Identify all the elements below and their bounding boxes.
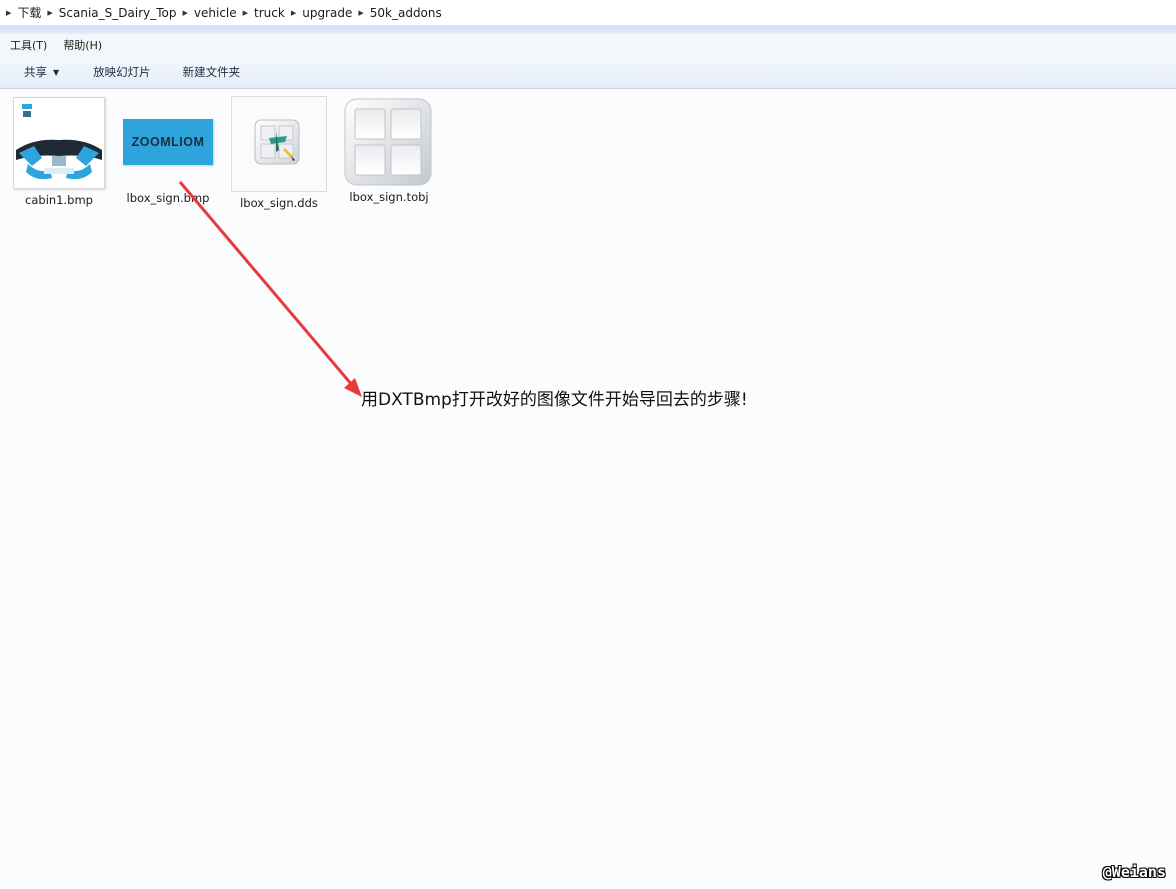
share-label: 共享	[24, 65, 47, 79]
file-item[interactable]: ZOOMLIOM lbox_sign.bmp	[123, 97, 213, 205]
file-name[interactable]: lbox_sign.tobj	[349, 190, 428, 204]
tobj-file-icon[interactable]	[342, 96, 436, 190]
menu-help[interactable]: 帮助(H)	[63, 37, 102, 53]
thumbnail-text: ZOOMLIOM	[131, 135, 205, 149]
chevron-right-icon[interactable]: ▶	[243, 9, 248, 17]
slideshow-button[interactable]: 放映幻灯片	[93, 64, 151, 80]
chevron-right-icon[interactable]: ▶	[291, 9, 296, 17]
file-name[interactable]: cabin1.bmp	[25, 193, 93, 207]
chevron-right-icon[interactable]: ▶	[47, 9, 52, 17]
command-toolbar: 共享 ▼ 放映幻灯片 新建文件夹	[0, 56, 1176, 89]
new-folder-button[interactable]: 新建文件夹	[183, 64, 241, 80]
window-accent-bar	[0, 26, 1176, 34]
annotation-text: 用DXTBmp打开改好的图像文件开始导回去的步骤!	[361, 390, 748, 410]
sign-bmp-thumbnail[interactable]: ZOOMLIOM	[123, 119, 213, 165]
breadcrumb-item[interactable]: ▶ truck	[237, 0, 285, 26]
file-item[interactable]: cabin1.bmp	[13, 97, 105, 207]
share-button[interactable]: 共享 ▼	[24, 64, 59, 80]
menu-tools[interactable]: 工具(T)	[10, 37, 47, 53]
breadcrumb-item[interactable]: ▶ upgrade	[285, 0, 353, 26]
dropdown-arrow-icon: ▼	[53, 67, 60, 77]
file-item[interactable]: lbox_sign.tobj	[342, 96, 436, 204]
breadcrumb-item[interactable]: ▶ 50k_addons	[352, 0, 441, 26]
breadcrumb-item[interactable]: ▶ 下载	[0, 0, 41, 26]
file-item[interactable]: lbox_sign.dds	[231, 96, 327, 210]
chevron-right-icon[interactable]: ▶	[6, 9, 11, 17]
chevron-right-icon[interactable]: ▶	[358, 9, 363, 17]
dds-file-icon[interactable]	[231, 96, 327, 192]
breadcrumb-item[interactable]: ▶ vehicle	[177, 0, 237, 26]
watermark: @Weians	[1102, 863, 1166, 881]
breadcrumb-item[interactable]: ▶ Scania_S_Dairy_Top	[41, 0, 176, 26]
cabin-bmp-thumbnail[interactable]	[13, 97, 105, 189]
file-name[interactable]: lbox_sign.dds	[240, 196, 318, 210]
menu-bar: 工具(T) 帮助(H)	[0, 34, 1176, 56]
breadcrumb: ▶ 下载 ▶ Scania_S_Dairy_Top ▶ vehicle ▶ truck …	[0, 0, 1176, 26]
file-name[interactable]: lbox_sign.bmp	[127, 191, 210, 205]
chevron-right-icon[interactable]: ▶	[183, 9, 188, 17]
